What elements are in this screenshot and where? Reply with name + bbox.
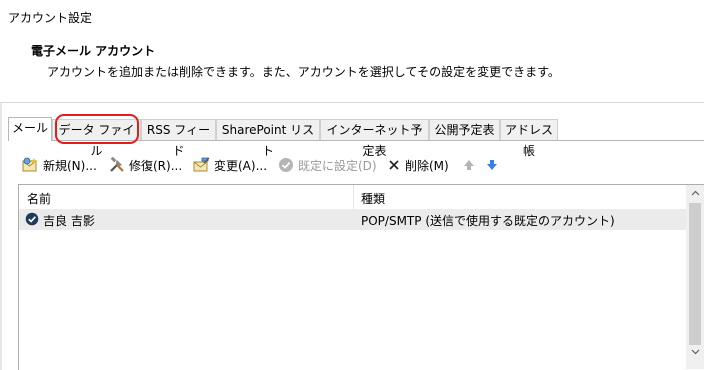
scroll-thumb[interactable] (689, 203, 701, 345)
tab-sharepoint-lists[interactable]: SharePoint リスト (216, 119, 320, 158)
new-button[interactable]: 新規(N)... (22, 154, 97, 176)
chevron-up-icon (691, 190, 700, 196)
arrow-up-icon (463, 159, 475, 171)
account-list: 名前 種類 吉良 吉影 POP/SMTP (送信で使用する既定のアカウント) (18, 184, 704, 370)
tab-rss-feeds[interactable]: RSS フィード (141, 119, 216, 158)
change-account-icon (193, 157, 210, 173)
tab-address-books[interactable]: アドレス帳 (500, 119, 558, 158)
delete-label: 削除(M) (405, 158, 449, 173)
default-account-check-icon (25, 212, 39, 229)
change-label: 変更(A)... (214, 158, 268, 173)
column-separator[interactable] (353, 185, 354, 209)
scroll-down-button[interactable] (687, 343, 704, 360)
account-type: POP/SMTP (送信で使用する既定のアカウント) (361, 214, 615, 228)
delete-x-icon (387, 158, 401, 172)
header-divider (0, 102, 704, 103)
vertical-scrollbar[interactable] (686, 185, 704, 369)
header-title: 電子メール アカウント (31, 44, 156, 58)
repair-tools-icon (109, 157, 125, 173)
header-description: アカウントを追加または削除できます。また、アカウントを選択してその設定を変更でき… (47, 65, 560, 79)
chevron-down-icon (691, 349, 700, 355)
table-row[interactable]: 吉良 吉影 POP/SMTP (送信で使用する既定のアカウント) (19, 209, 687, 230)
scroll-up-button[interactable] (687, 185, 704, 202)
column-header-type[interactable]: 種類 (361, 190, 385, 207)
set-default-label: 既定に設定(D) (298, 158, 377, 173)
tab-baseline (8, 140, 704, 141)
arrow-down-icon (486, 159, 498, 171)
new-account-icon (22, 157, 39, 173)
repair-label: 修復(R)... (129, 158, 183, 173)
column-header-name[interactable]: 名前 (27, 190, 51, 207)
change-button[interactable]: 変更(A)... (193, 154, 267, 176)
account-name: 吉良 吉影 (43, 214, 95, 228)
toolbar: 新規(N)... 修復(R)... 変更(A)... 既定に設定(D) 削除(M… (19, 154, 704, 178)
move-up-button[interactable] (463, 154, 475, 176)
new-label: 新規(N)... (43, 158, 97, 173)
list-header: 名前 種類 (19, 185, 687, 210)
tab-mail[interactable]: メール (8, 117, 52, 141)
checkmark-circle-icon (278, 157, 294, 173)
move-down-button[interactable] (486, 154, 498, 176)
delete-button[interactable]: 削除(M) (387, 154, 449, 176)
set-default-button[interactable]: 既定に設定(D) (278, 154, 377, 176)
tab-internet-calendars[interactable]: インターネット予定表 (320, 119, 429, 158)
tab-published-calendars[interactable]: 公開予定表 (429, 119, 500, 140)
tab-data-files[interactable]: データ ファイル (52, 119, 141, 158)
left-edge (0, 103, 2, 370)
title-bar: アカウント設定 (0, 0, 704, 32)
repair-button[interactable]: 修復(R)... (109, 154, 182, 176)
header-panel: 電子メール アカウント アカウントを追加または削除できます。また、アカウントを選… (0, 32, 704, 102)
window-title: アカウント設定 (8, 11, 93, 25)
